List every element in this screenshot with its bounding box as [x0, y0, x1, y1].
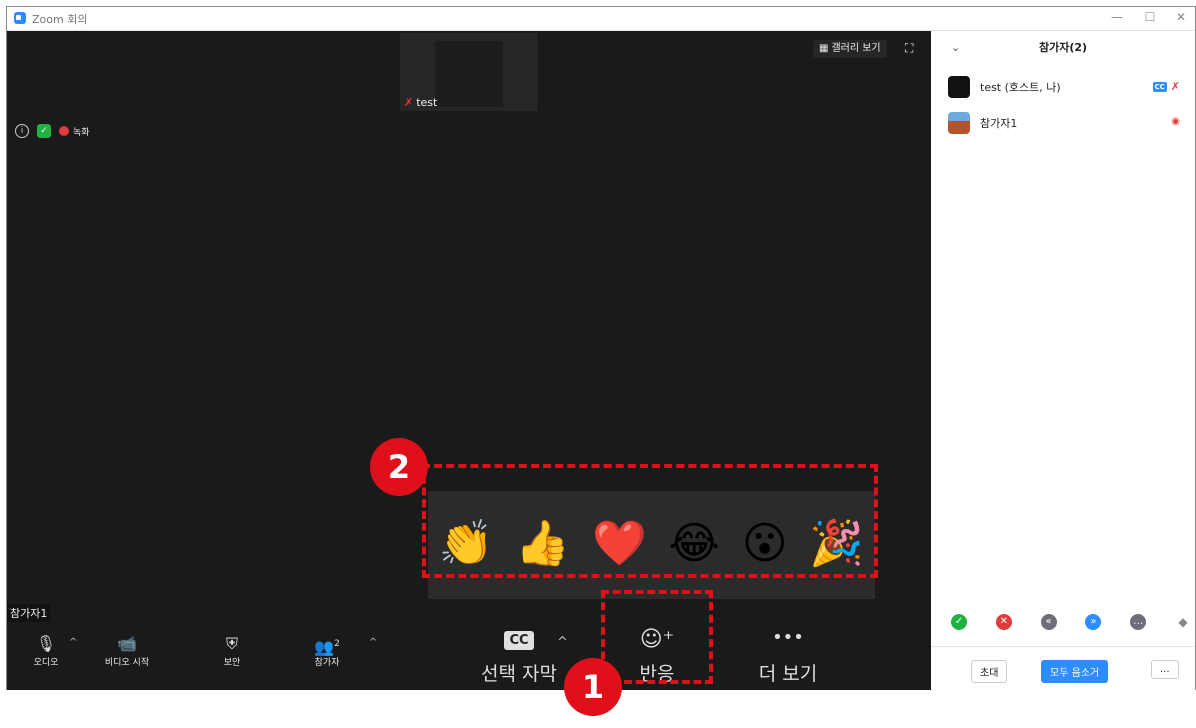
shield-icon: ⛨	[225, 634, 238, 653]
speed-up-icon[interactable]: »	[1085, 614, 1102, 630]
avatar	[948, 76, 970, 98]
microphone-icon: 🎙	[35, 634, 57, 653]
maximize-icon[interactable]: ☐	[1140, 10, 1160, 24]
more-label: 더 보기	[758, 663, 818, 685]
video-stage: ✗ test ▦ 갤러리 보기 ⛶ i ✓ 녹화 참가자1 👏 👍 ❤️ 😂 😮 🎉	[7, 31, 931, 690]
step-2-badge: 2	[370, 438, 428, 496]
mic-muted-icon: ✗	[1170, 80, 1180, 93]
avatar	[948, 112, 970, 134]
reactions-button-highlight-box	[601, 590, 713, 684]
title-bar: Zoom 회의 — ☐ ✕	[7, 7, 1195, 31]
participants-label: 참가자	[314, 658, 340, 668]
participants-count: 2	[334, 639, 340, 649]
mic-muted-icon: ✗	[404, 96, 414, 109]
participant-row[interactable]: test (호스트, 나) CC ✗	[948, 76, 1188, 98]
participants-panel: ⌄ 참가자(2) test (호스트, 나) CC ✗ 참가자1 ◉ ✓ ✕ «…	[931, 31, 1195, 690]
audio-button[interactable]: 🎙 오디오	[29, 633, 63, 668]
participant-status: CC ✗	[1152, 80, 1180, 93]
thumbnail-video[interactable]: ✗ test	[400, 33, 538, 111]
minimize-icon[interactable]: —	[1107, 10, 1127, 24]
more-feedback-icon[interactable]: …	[1130, 614, 1147, 630]
participants-panel-header: 참가자(2)	[1038, 41, 1088, 54]
gallery-view-button[interactable]: ▦ 갤러리 보기	[813, 40, 887, 58]
no-feedback-icon[interactable]: ✕	[995, 614, 1012, 630]
recording-label: 녹화	[73, 127, 90, 138]
close-icon[interactable]: ✕	[1171, 10, 1191, 24]
thumbnail-name: test	[416, 96, 438, 109]
slow-down-icon[interactable]: «	[1040, 614, 1057, 630]
participant-row[interactable]: 참가자1 ◉	[948, 112, 1188, 134]
eraser-icon[interactable]: ◆	[1175, 614, 1191, 630]
participant-name: test (호스트, 나)	[980, 81, 1061, 94]
more-dots-icon: •••	[772, 627, 804, 648]
zoom-app-icon	[14, 12, 26, 24]
fullscreen-icon[interactable]: ⛶	[905, 41, 913, 56]
participants-button[interactable]: 👥2 참가자	[307, 633, 347, 668]
panel-more-button[interactable]: ...	[1151, 660, 1179, 679]
grid-icon: ▦	[819, 43, 829, 54]
start-video-button[interactable]: 📹 비디오 시작	[95, 633, 159, 668]
participants-panel-footer: 초대 모두 음소거 ...	[931, 646, 1195, 691]
captions-label: 선택 자막	[481, 663, 557, 685]
recording-dot-icon	[59, 126, 69, 136]
cc-icon: CC	[504, 631, 534, 650]
captions-button[interactable]: CC 선택 자막	[469, 627, 569, 686]
invite-button[interactable]: 초대	[971, 660, 1008, 683]
info-icon[interactable]: i	[15, 124, 29, 138]
participant-status: ◉	[1171, 116, 1180, 127]
meeting-toolbar: 🎙 오디오 ^ 📹 비디오 시작 ⛨ 보안 👥2 참가자 ^ CC 선택 자막 …	[7, 623, 931, 690]
participants-options-caret-icon[interactable]: ^	[369, 637, 377, 648]
recording-indicator[interactable]: 녹화	[59, 125, 90, 138]
thumbnail-avatar	[435, 41, 503, 107]
yes-feedback-icon[interactable]: ✓	[951, 614, 967, 630]
recording-icon: ◉	[1171, 116, 1180, 127]
audio-label: 오디오	[33, 658, 59, 668]
more-button[interactable]: ••• 더 보기	[743, 627, 833, 686]
nonverbal-feedback-row: ✓ ✕ « » … ◆	[951, 614, 1191, 630]
mute-all-button[interactable]: 모두 음소거	[1041, 660, 1109, 683]
security-label: 보안	[223, 658, 241, 668]
zoom-window: Zoom 회의 — ☐ ✕ ✗ test ▦ 갤러리 보기 ⛶ i ✓ 녹화 참가자…	[6, 6, 1196, 690]
window-title: Zoom 회의	[32, 13, 88, 26]
gallery-view-label: 갤러리 보기	[831, 43, 881, 54]
security-button[interactable]: ⛨ 보안	[215, 633, 249, 668]
audio-options-caret-icon[interactable]: ^	[69, 637, 77, 648]
reactions-highlight-box	[422, 464, 878, 578]
video-label: 비디오 시작	[104, 658, 150, 668]
step-1-badge: 1	[564, 658, 622, 716]
meeting-status-icons: i ✓ 녹화	[15, 124, 90, 138]
active-speaker-name: 참가자1	[7, 604, 51, 622]
captions-options-caret-icon[interactable]: ^	[557, 635, 568, 650]
encryption-shield-icon[interactable]: ✓	[37, 124, 51, 138]
cc-icon: CC	[1152, 81, 1167, 92]
participant-name: 참가자1	[980, 117, 1018, 130]
participants-icon: 👥2	[314, 637, 340, 657]
thumbnail-label: ✗ test	[404, 96, 437, 109]
video-off-icon: 📹	[117, 634, 137, 653]
